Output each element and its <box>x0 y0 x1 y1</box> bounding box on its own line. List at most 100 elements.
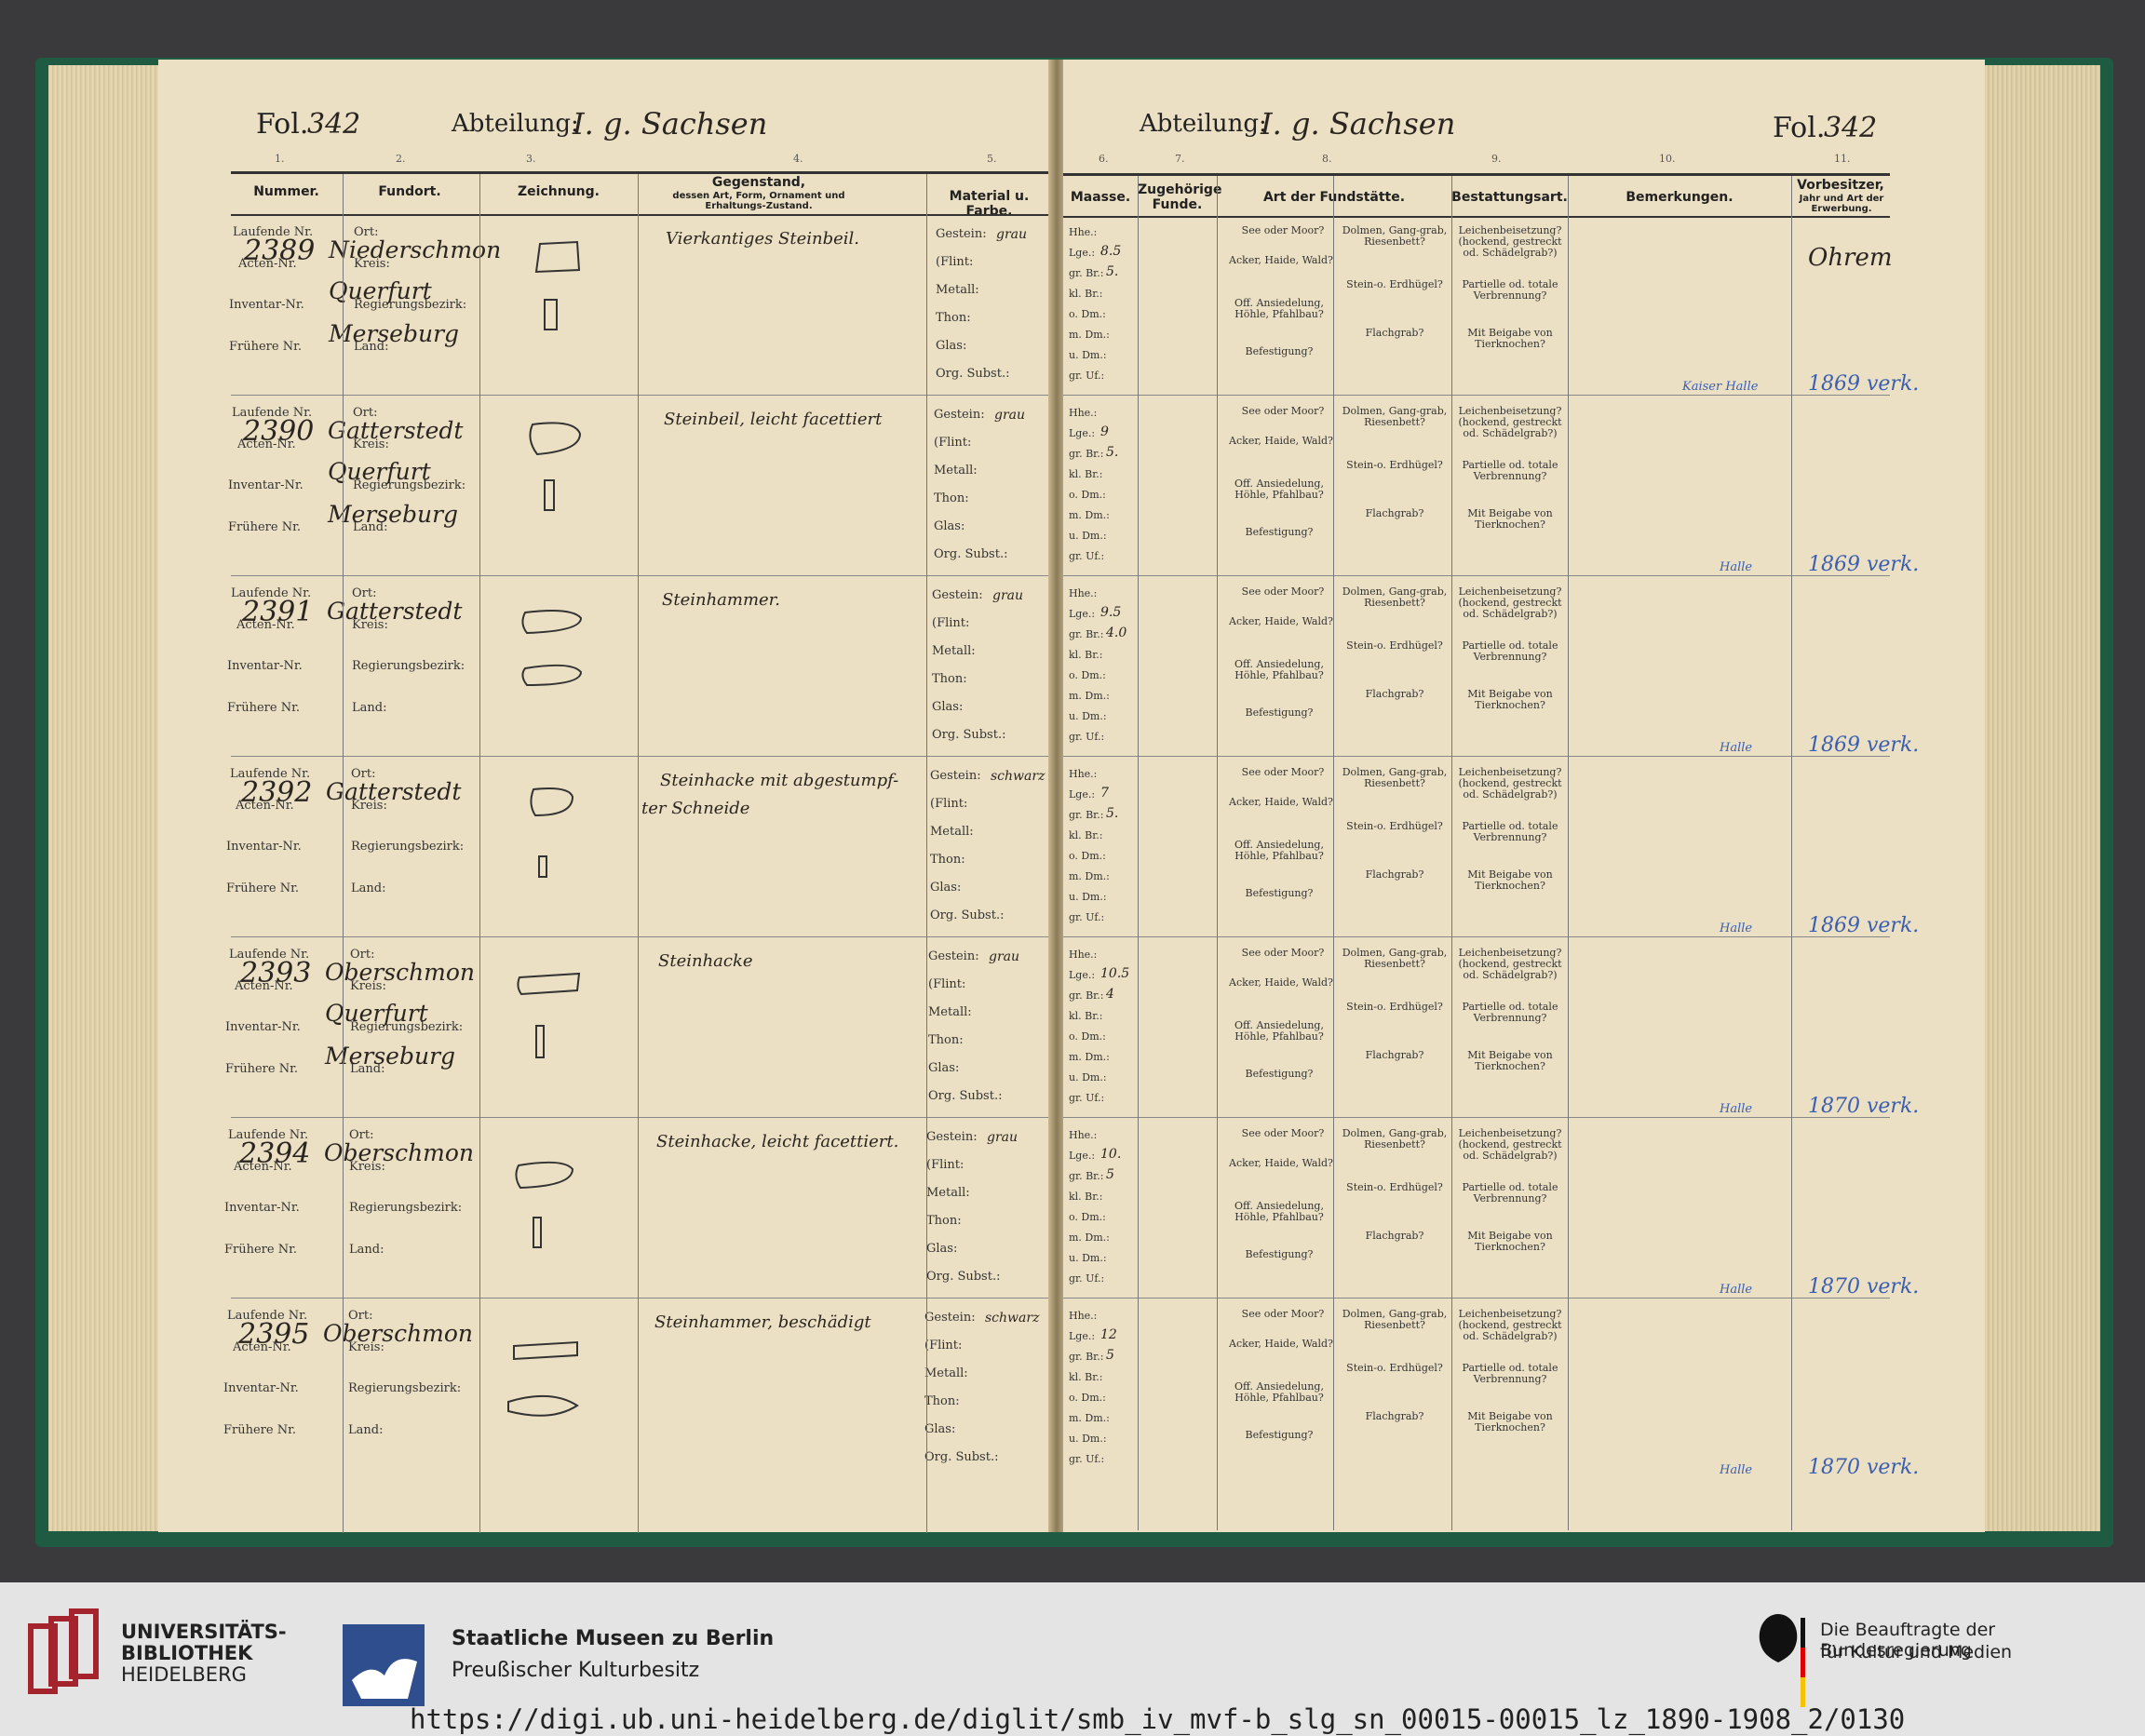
label-metall: Metall: <box>934 464 978 478</box>
gegenstand-description: Vierkantiges Steinbeil. <box>666 229 860 249</box>
row-divider <box>1063 1298 1890 1299</box>
maasse-label: gr. Br.: <box>1069 809 1104 821</box>
bemerkung-ort: Halle <box>1720 1283 1753 1297</box>
fundort-ort: Niederschmon <box>329 236 502 263</box>
maasse-label: u. Dm.: <box>1069 1433 1107 1445</box>
item-number: 2395 <box>238 1318 310 1351</box>
stone-tool-drawing <box>507 1340 579 1417</box>
label-flint: (Flint: <box>928 977 966 991</box>
maasse-label: kl. Br.: <box>1069 468 1103 480</box>
bemerkung-ort: Halle <box>1720 1463 1753 1477</box>
fundstaette-option: Dolmen, Gang-grab, Riesenbett? <box>1342 1127 1448 1151</box>
smb-name: Staatliche Museen zu Berlin <box>452 1627 775 1650</box>
bestattung-option: Leichenbeisetzung? (hockend, gestreckt o… <box>1458 1127 1562 1162</box>
label-bezirk: Regierungsbezirk: <box>348 1381 462 1395</box>
fundort-ort: Oberschmon <box>324 1139 475 1166</box>
fundstaette-option: Dolmen, Gang-grab, Riesenbett? <box>1342 1308 1448 1331</box>
label-bezirk: Regierungsbezirk: <box>349 1201 463 1215</box>
maasse-label: Lge.: <box>1069 427 1096 439</box>
label-fruehere: Frühere Nr. <box>223 1423 297 1437</box>
fundstaette-option: Off. Ansiedelung, Höhle, Pfahlbau? <box>1234 658 1324 681</box>
fundstaette-option: Off. Ansiedelung, Höhle, Pfahlbau? <box>1234 1200 1324 1223</box>
fundort-ort: Gatterstedt <box>328 417 464 444</box>
label-fruehere: Frühere Nr. <box>229 340 303 354</box>
label-land: Land: <box>352 701 387 715</box>
ub-name-line3: HEIDELBERG <box>121 1663 247 1686</box>
erwerbung-jahr: 1869 verk. <box>1808 733 1920 757</box>
fundort-ort: Oberschmon <box>325 959 476 986</box>
left-page: Fol. 342 Abteilung: I. g. Sachsen 1. 2. … <box>158 60 1052 1533</box>
maasse-breite: 5 <box>1106 1348 1114 1363</box>
maasse-laenge: 9.5 <box>1100 605 1122 620</box>
label-gestein: Gestein: <box>934 408 985 422</box>
maasse-breite: 4 <box>1106 987 1114 1002</box>
fundstaette-option: Acker, Haide, Wald? <box>1229 615 1333 627</box>
label-gestein: Gestein: <box>936 227 987 241</box>
row-divider <box>231 395 1052 396</box>
erwerbung-jahr: 1869 verk. <box>1808 914 1920 937</box>
item-number: 2394 <box>239 1137 311 1170</box>
bestattung-option: Mit Beigabe von Tierknochen? <box>1467 1410 1553 1433</box>
fundstaette-option: Stein-o. Erdhügel? <box>1346 1001 1443 1013</box>
maasse-label: gr. Br.: <box>1069 448 1104 460</box>
maasse-label: m. Dm.: <box>1069 329 1110 341</box>
maasse-laenge: 12 <box>1100 1327 1117 1342</box>
label-fruehere: Frühere Nr. <box>224 1243 298 1257</box>
maasse-label: gr. Uf.: <box>1069 911 1105 923</box>
colnum: 7. <box>1175 153 1185 165</box>
colnum: 10. <box>1659 153 1676 165</box>
maasse-label: m. Dm.: <box>1069 870 1110 882</box>
left-abteilung-value: I. g. Sachsen <box>573 106 768 141</box>
maasse-breite: 5. <box>1106 806 1119 821</box>
label-flint: (Flint: <box>930 797 968 811</box>
maasse-label: gr. Uf.: <box>1069 1453 1105 1465</box>
fundstaette-option: Befestigung? <box>1245 707 1314 719</box>
stone-tool-drawing <box>529 422 582 511</box>
maasse-label: gr. Br.: <box>1069 1351 1104 1363</box>
footer-bar: UNIVERSITÄTS- BIBLIOTHEK HEIDELBERG Staa… <box>0 1582 2145 1736</box>
label-org: Org. Subst.: <box>934 547 1008 561</box>
label-bezirk: Regierungsbezirk: <box>352 659 465 673</box>
bestattung-option: Partielle od. totale Verbrennung? <box>1462 1181 1558 1204</box>
fundstaette-option: Befestigung? <box>1245 887 1314 899</box>
label-thon: Thon: <box>928 1033 964 1047</box>
fundstaette-option: Befestigung? <box>1245 1248 1314 1260</box>
fundstaette-option: Befestigung? <box>1245 526 1314 538</box>
fundstaette-option: Flachgrab? <box>1365 327 1424 339</box>
erwerbung-jahr: 1869 verk. <box>1808 553 1920 576</box>
maasse-label: gr. Br.: <box>1069 1170 1104 1182</box>
fundstaette-option: Acker, Haide, Wald? <box>1229 254 1333 266</box>
header-maasse: Maasse. <box>1070 190 1131 205</box>
row-divider <box>1063 936 1890 937</box>
label-inventar: Inventar-Nr. <box>226 840 302 854</box>
label-gestein: Gestein: <box>926 1130 978 1144</box>
maasse-laenge: 10.5 <box>1100 966 1130 981</box>
fundstaette-option: Stein-o. Erdhügel? <box>1346 1362 1443 1374</box>
colnum: 9. <box>1491 153 1502 165</box>
maasse-label: o. Dm.: <box>1069 1392 1106 1404</box>
maasse-laenge: 8.5 <box>1100 244 1122 259</box>
maasse-label: o. Dm.: <box>1069 1211 1106 1223</box>
label-metall: Metall: <box>928 1005 972 1019</box>
maasse-label: gr. Uf.: <box>1069 731 1105 743</box>
document-url[interactable]: https://digi.ub.uni-heidelberg.de/diglit… <box>410 1703 1905 1735</box>
material-gestein-value: schwarz <box>985 1311 1040 1326</box>
fundstaette-option: Off. Ansiedelung, Höhle, Pfahlbau? <box>1234 839 1324 862</box>
label-flint: (Flint: <box>936 255 974 269</box>
maasse-label: Hhe.: <box>1069 768 1098 780</box>
maasse-label: Lge.: <box>1069 969 1096 981</box>
label-thon: Thon: <box>936 311 971 325</box>
label-thon: Thon: <box>924 1394 960 1408</box>
fundstaette-option: Acker, Haide, Wald? <box>1229 976 1333 989</box>
label-glas: Glas: <box>932 700 964 714</box>
maasse-label: Hhe.: <box>1069 1310 1098 1322</box>
label-metall: Metall: <box>926 1186 970 1200</box>
fundort-ort: Gatterstedt <box>326 778 462 805</box>
fundstaette-option: Acker, Haide, Wald? <box>1229 435 1333 447</box>
header-gegenstand: Gegenstand, <box>711 175 806 190</box>
right-folio-label: Fol. <box>1773 112 1826 144</box>
fundstaette-option: Befestigung? <box>1245 1429 1314 1441</box>
row-divider <box>231 1117 1052 1118</box>
bestattung-option: Partielle od. totale Verbrennung? <box>1462 1362 1558 1385</box>
bestattung-option: Mit Beigabe von Tierknochen? <box>1467 327 1553 350</box>
